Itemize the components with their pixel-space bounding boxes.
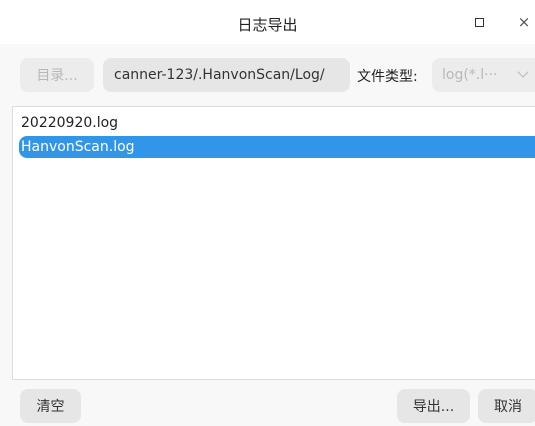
- maximize-button[interactable]: [465, 10, 493, 34]
- chevron-down-icon: [517, 66, 529, 78]
- cancel-button[interactable]: 取消: [478, 389, 535, 423]
- footer: 清空 导出... 取消: [0, 380, 535, 426]
- close-icon: ×: [517, 13, 531, 31]
- maximize-icon: [474, 17, 484, 27]
- path-value: canner-123/.HanvonScan/Log/: [114, 67, 325, 83]
- export-button[interactable]: 导出...: [397, 389, 470, 423]
- log-export-dialog: 日志导出 × 目录... canner-123/.HanvonScan/Log/…: [0, 0, 535, 426]
- toolbar: 目录... canner-123/.HanvonScan/Log/ 文件类型: …: [0, 44, 535, 106]
- file-list[interactable]: 20220920.log HanvonScan.log: [12, 106, 535, 380]
- path-field[interactable]: canner-123/.HanvonScan/Log/: [103, 58, 350, 92]
- list-item[interactable]: 20220920.log: [19, 112, 535, 134]
- file-name: HanvonScan.log: [21, 139, 135, 155]
- title-bar: 日志导出 ×: [0, 0, 535, 44]
- file-type-label: 文件类型:: [357, 69, 418, 85]
- file-name: 20220920.log: [21, 115, 119, 131]
- clear-button[interactable]: 清空: [20, 389, 81, 423]
- close-button[interactable]: ×: [510, 10, 535, 34]
- file-type-select[interactable]: log(*.l···: [432, 58, 535, 92]
- directory-button[interactable]: 目录...: [20, 58, 94, 92]
- dialog-title: 日志导出: [237, 16, 298, 34]
- file-type-value: log(*.l···: [442, 67, 498, 83]
- list-item[interactable]: HanvonScan.log: [19, 136, 535, 158]
